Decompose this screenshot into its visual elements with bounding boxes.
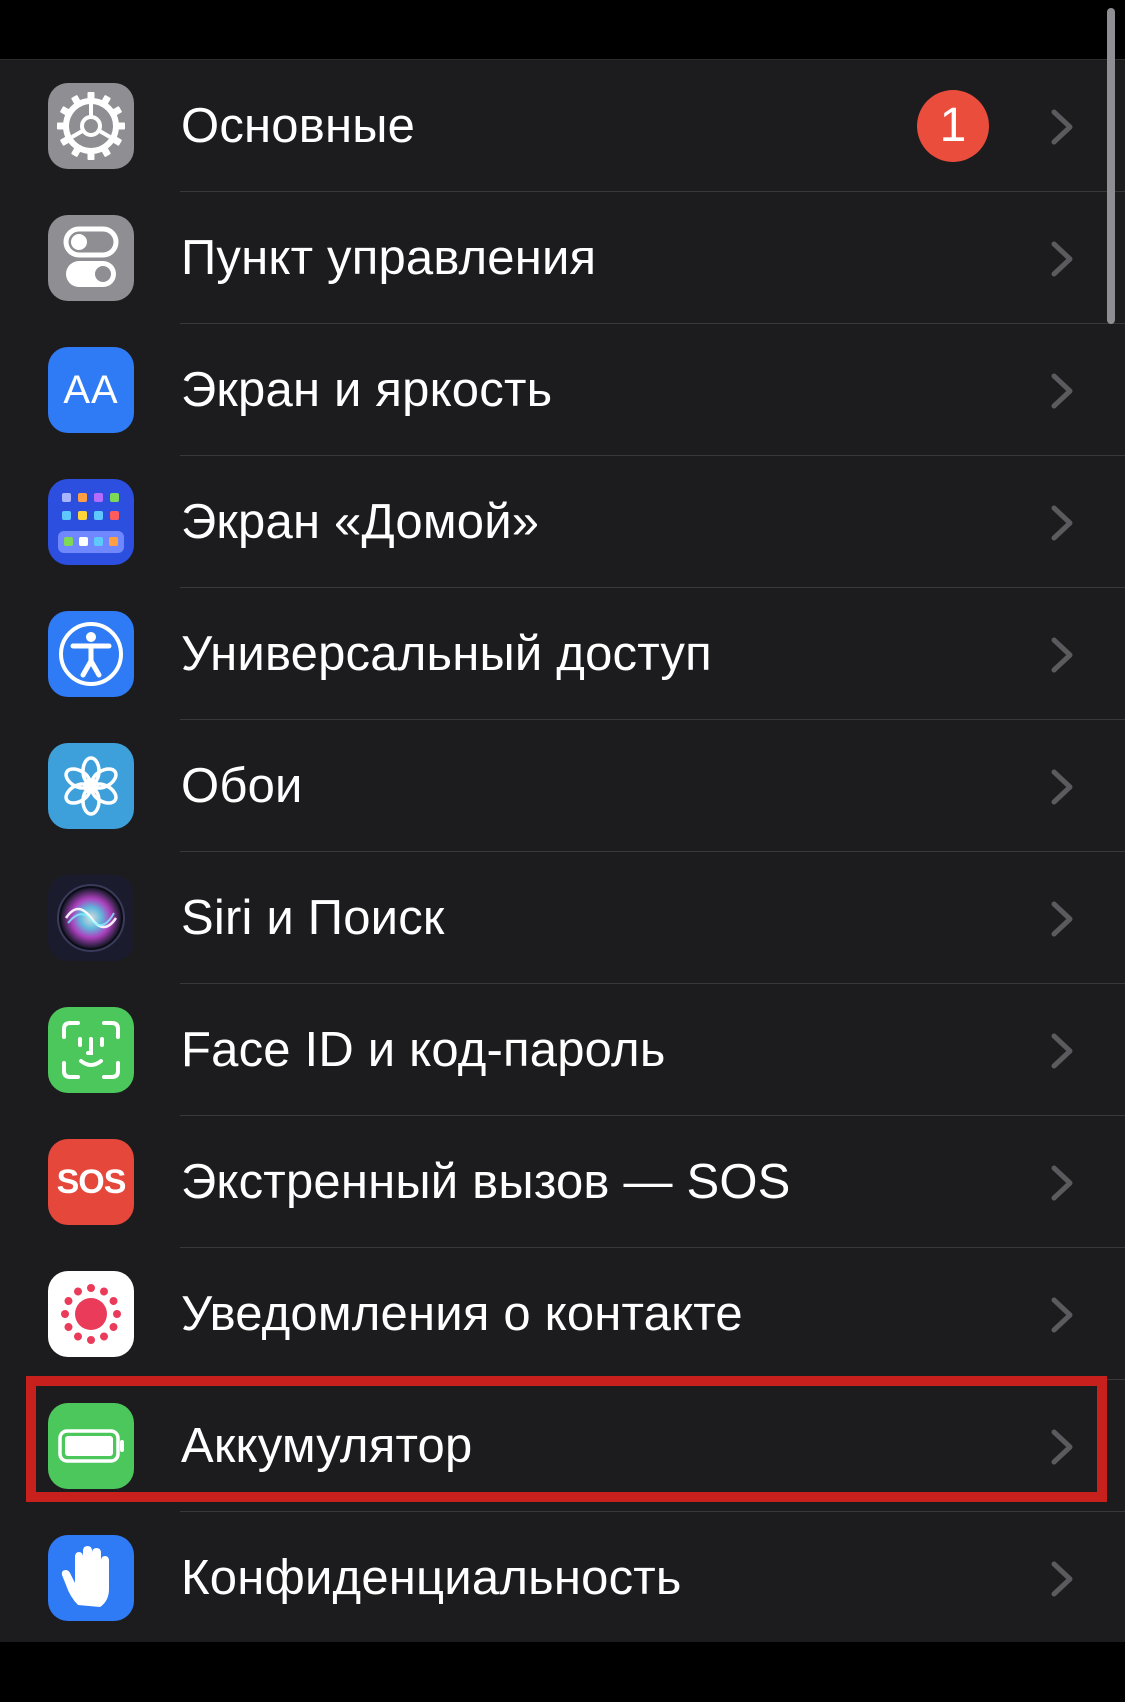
settings-row-label: Экран «Домой»	[181, 495, 540, 549]
toggles-icon	[48, 215, 134, 301]
text-size-icon-label: AA	[63, 367, 119, 412]
settings-row-exposure[interactable]: Уведомления о контакте	[0, 1248, 1125, 1380]
bottom-bar	[0, 1642, 1125, 1702]
chevron-right-icon	[1051, 769, 1073, 805]
settings-row-siri[interactable]: Siri и Поиск	[0, 852, 1125, 984]
chevron-right-icon	[1051, 1561, 1073, 1597]
chevron-right-icon	[1051, 637, 1073, 673]
settings-row-accessibility[interactable]: Универсальный доступ	[0, 588, 1125, 720]
face-id-icon	[48, 1007, 134, 1093]
chevron-right-icon	[1051, 241, 1073, 277]
settings-row-label: Уведомления о контакте	[181, 1287, 743, 1341]
settings-row-home-screen[interactable]: Экран «Домой»	[0, 456, 1125, 588]
sos-icon-label: SOS	[56, 1162, 127, 1201]
settings-row-label: Обои	[181, 759, 303, 813]
chevron-right-icon	[1051, 109, 1073, 145]
settings-row-sos[interactable]: SOS Экстренный вызов — SOS	[0, 1116, 1125, 1248]
settings-row-label: Face ID и код-пароль	[181, 1023, 666, 1077]
settings-row-label: Конфиденциальность	[181, 1551, 682, 1605]
chevron-right-icon	[1051, 1165, 1073, 1201]
settings-row-display[interactable]: AA Экран и яркость	[0, 324, 1125, 456]
settings-row-label: Аккумулятор	[181, 1419, 473, 1473]
settings-row-label: Экран и яркость	[181, 363, 553, 417]
settings-row-label: Экстренный вызов — SOS	[181, 1155, 791, 1209]
accessibility-icon	[48, 611, 134, 697]
flower-icon	[48, 743, 134, 829]
settings-row-face-id[interactable]: Face ID и код-пароль	[0, 984, 1125, 1116]
gear-icon	[48, 83, 134, 169]
settings-row-privacy[interactable]: Конфиденциальность	[0, 1512, 1125, 1644]
settings-row-control-center[interactable]: Пункт управления	[0, 192, 1125, 324]
exposure-icon	[48, 1271, 134, 1357]
notification-badge: 1	[917, 90, 989, 162]
settings-list: Основные 1 Пункт управления AA Экран и я…	[0, 59, 1125, 1643]
chevron-right-icon	[1051, 373, 1073, 409]
chevron-right-icon	[1051, 1429, 1073, 1465]
hand-icon	[48, 1535, 134, 1621]
scrollbar[interactable]	[1107, 8, 1115, 324]
siri-icon	[48, 875, 134, 961]
settings-row-general[interactable]: Основные 1	[0, 60, 1125, 192]
text-size-icon: AA	[48, 347, 134, 433]
battery-icon	[48, 1403, 134, 1489]
settings-row-wallpaper[interactable]: Обои	[0, 720, 1125, 852]
sos-icon: SOS	[48, 1139, 134, 1225]
chevron-right-icon	[1051, 1033, 1073, 1069]
settings-row-label: Основные	[181, 99, 416, 153]
settings-row-battery[interactable]: Аккумулятор	[0, 1380, 1125, 1512]
chevron-right-icon	[1051, 901, 1073, 937]
chevron-right-icon	[1051, 1297, 1073, 1333]
settings-row-label: Пункт управления	[181, 231, 597, 285]
settings-row-label: Универсальный доступ	[181, 627, 712, 681]
chevron-right-icon	[1051, 505, 1073, 541]
app-grid-icon	[48, 479, 134, 565]
settings-row-label: Siri и Поиск	[181, 891, 445, 945]
